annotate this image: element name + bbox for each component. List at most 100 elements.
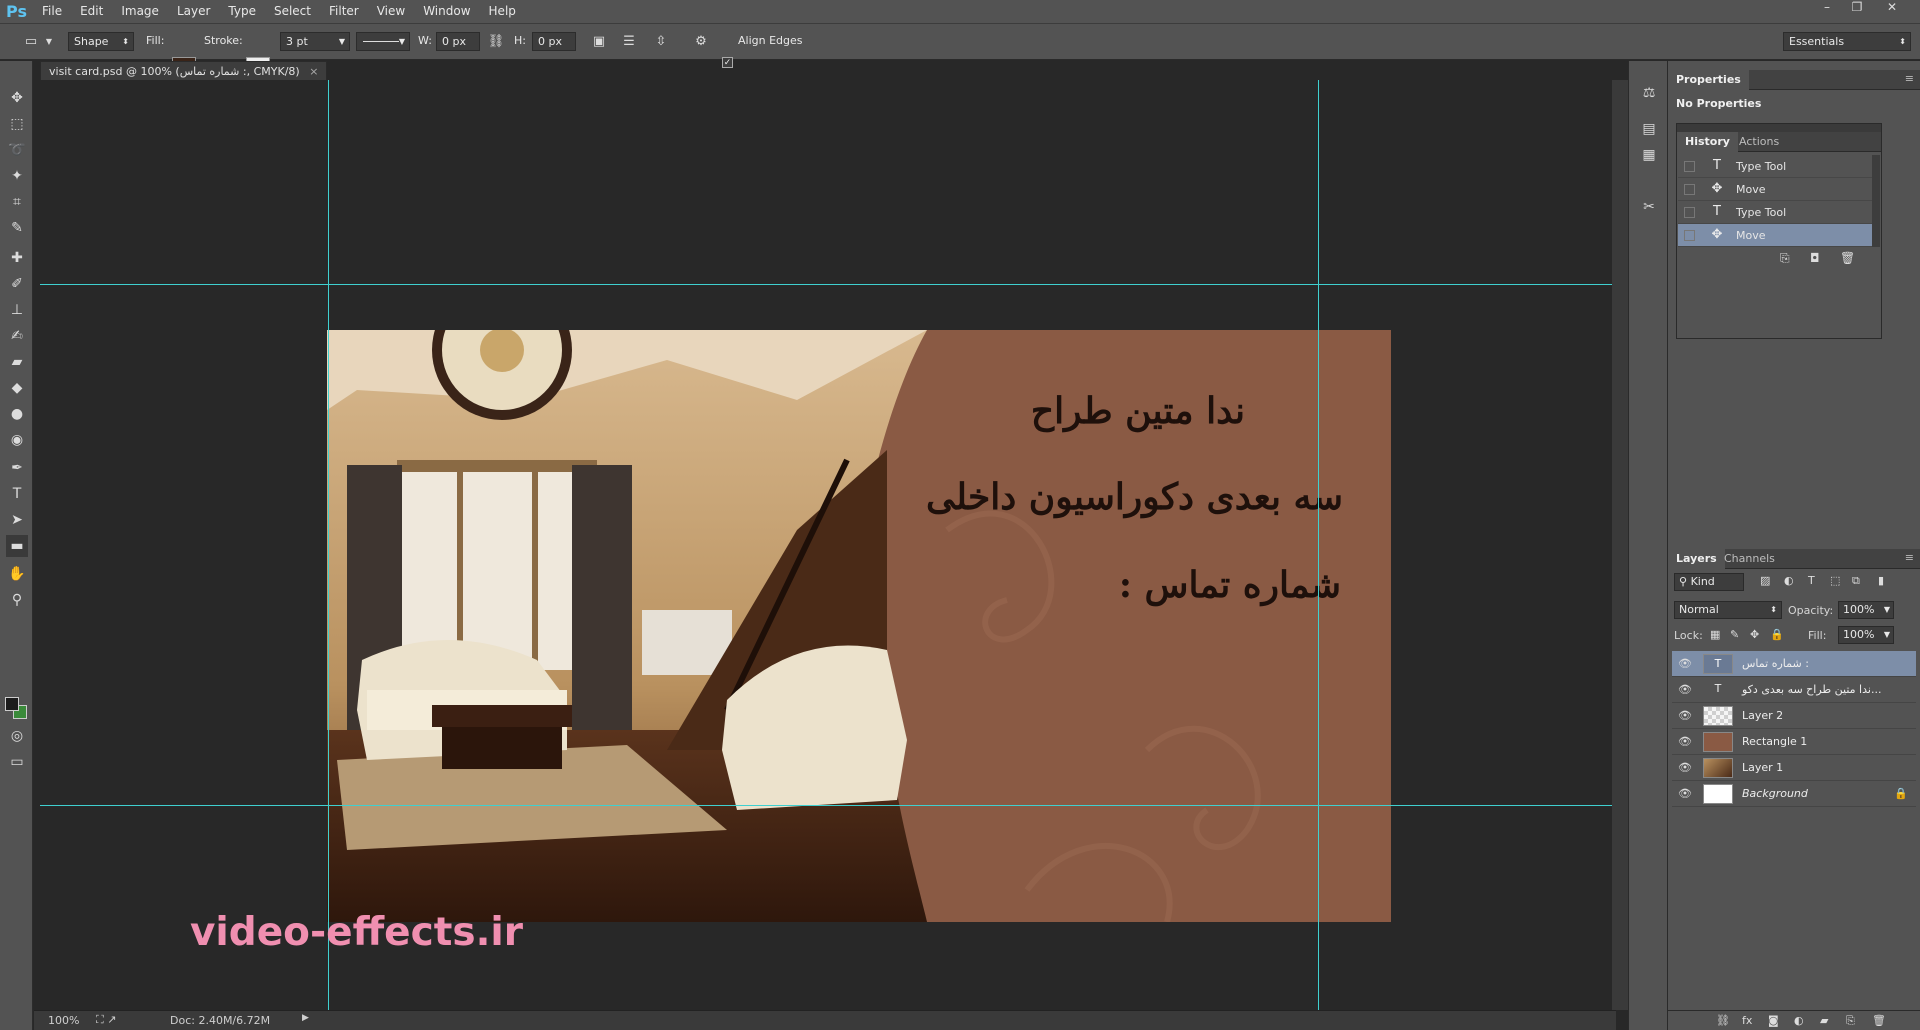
history-item-selected[interactable]: ✥ Move (1678, 224, 1872, 247)
foreground-color-swatch[interactable] (5, 697, 19, 711)
tool-presets-panel-icon[interactable]: ✂ (1639, 197, 1659, 217)
trash-icon[interactable]: 🗑 (1872, 1014, 1886, 1027)
history-brush-tool-icon[interactable]: ✍ (6, 325, 28, 347)
filter-pixel-icon[interactable]: ▨ (1760, 574, 1770, 587)
eye-icon[interactable]: 👁 (1678, 709, 1692, 723)
eye-icon[interactable]: 👁 (1678, 683, 1692, 697)
shape-tool-preset-icon[interactable]: ▭ (22, 33, 40, 51)
menu-file[interactable]: File (33, 0, 71, 23)
new-group-icon[interactable]: ▰ (1820, 1014, 1828, 1027)
menu-type[interactable]: Type (219, 0, 265, 23)
tab-properties[interactable]: Properties (1668, 70, 1749, 90)
history-snapshot-checkbox[interactable] (1684, 230, 1695, 241)
document-tab[interactable]: visit card.psd @ 100% (شماره تماس :, CMY… (40, 61, 328, 80)
history-scrollbar[interactable] (1872, 155, 1880, 247)
menu-help[interactable]: Help (480, 0, 525, 23)
stroke-width-field[interactable]: 3 pt ▼ (280, 32, 350, 51)
layer-row[interactable]: 👁 T ندا متین طراح سه بعدی دکو... (1672, 677, 1916, 703)
rectangle-tool-icon[interactable]: ▬ (6, 535, 28, 557)
layer-style-fx-icon[interactable]: fx (1742, 1014, 1752, 1027)
layer-row[interactable]: 👁 Layer 2 (1672, 703, 1916, 729)
add-mask-icon[interactable]: ◙ (1768, 1014, 1779, 1027)
height-field[interactable]: 0 px (532, 32, 576, 51)
minimize-button[interactable]: – (1815, 0, 1839, 16)
history-item[interactable]: T Type Tool (1678, 201, 1872, 224)
canvas-vertical-scrollbar[interactable] (1612, 80, 1628, 1010)
eye-icon[interactable]: 👁 (1678, 787, 1692, 801)
adjustment-layer-icon[interactable]: ◐ (1794, 1014, 1804, 1027)
move-tool-icon[interactable]: ✥ (6, 87, 28, 109)
menu-layer[interactable]: Layer (168, 0, 219, 23)
status-menu-arrow-icon[interactable]: ▶ (302, 1013, 309, 1023)
tool-mode-select[interactable]: Shape ⬍ (68, 32, 134, 51)
zoom-level[interactable]: 100% (48, 1014, 79, 1027)
properties-panel-icon[interactable]: ⚖ (1639, 83, 1659, 103)
eye-icon[interactable]: 👁 (1678, 735, 1692, 749)
clone-stamp-tool-icon[interactable]: ⊥ (6, 299, 28, 321)
lock-transparency-icon[interactable]: ▦ (1710, 628, 1720, 641)
vertical-guide[interactable] (328, 80, 329, 1010)
horizontal-guide[interactable] (40, 284, 1616, 285)
menu-select[interactable]: Select (265, 0, 320, 23)
history-item[interactable]: T Type Tool (1678, 155, 1872, 178)
menu-image[interactable]: Image (112, 0, 168, 23)
history-snapshot-checkbox[interactable] (1684, 161, 1695, 172)
canvas-area[interactable]: ندا متین طراح سه بعدی دکوراسیون داخلی شم… (34, 80, 1616, 1015)
fill-field[interactable]: 100% ▼ (1838, 626, 1894, 644)
history-snapshot-checkbox[interactable] (1684, 184, 1695, 195)
filter-adjustment-icon[interactable]: ◐ (1784, 574, 1794, 587)
link-icon[interactable]: ⛓ (487, 33, 505, 51)
lock-position-icon[interactable]: ✥ (1750, 628, 1759, 641)
lock-all-icon[interactable]: 🔒 (1770, 628, 1784, 641)
eraser-tool-icon[interactable]: ▰ (6, 351, 28, 373)
pen-tool-icon[interactable]: ✒ (6, 457, 28, 479)
eye-icon[interactable]: 👁 (1678, 761, 1692, 775)
blur-tool-icon[interactable]: ● (6, 403, 28, 425)
eyedropper-tool-icon[interactable]: ✎ (6, 217, 28, 239)
menu-window[interactable]: Window (414, 0, 479, 23)
marquee-tool-icon[interactable]: ⬚ (6, 113, 28, 135)
screen-mode-icon[interactable]: ▭ (6, 751, 28, 773)
panel-menu-icon[interactable]: ≡ (1905, 72, 1914, 85)
blend-mode-select[interactable]: Normal ⬍ (1674, 601, 1782, 619)
hand-tool-icon[interactable]: ✋ (6, 563, 28, 585)
restore-button[interactable]: ❐ (1845, 0, 1869, 16)
notes-panel-icon[interactable]: ▦ (1639, 145, 1659, 165)
layer-row-selected[interactable]: 👁 T شماره تماس : (1672, 651, 1916, 677)
path-operations-icon[interactable]: ▣ (590, 33, 608, 51)
horizontal-guide[interactable] (40, 805, 1616, 806)
panel-menu-icon[interactable]: ≡ (1905, 551, 1914, 564)
workspace-select[interactable]: Essentials ⬍ (1783, 32, 1911, 51)
dodge-tool-icon[interactable]: ◉ (6, 429, 28, 451)
crop-tool-icon[interactable]: ⌗ (6, 191, 28, 213)
lasso-tool-icon[interactable]: ➰ (6, 139, 28, 161)
history-item[interactable]: ✥ Move (1678, 178, 1872, 201)
filter-type-icon[interactable]: T (1808, 574, 1815, 587)
menu-view[interactable]: View (368, 0, 414, 23)
close-tab-icon[interactable]: × (309, 65, 318, 78)
paint-bucket-tool-icon[interactable]: ◆ (6, 377, 28, 399)
layer-row[interactable]: 👁 Background 🔒 (1672, 781, 1916, 807)
eye-icon[interactable]: 👁 (1678, 657, 1692, 671)
history-panel-icon[interactable]: ▤ (1639, 119, 1659, 139)
opacity-field[interactable]: 100% ▼ (1838, 601, 1894, 619)
menu-filter[interactable]: Filter (320, 0, 368, 23)
filter-shape-icon[interactable]: ⬚ (1830, 574, 1840, 587)
magic-wand-tool-icon[interactable]: ✦ (6, 165, 28, 187)
trash-icon[interactable]: 🗑 (1840, 251, 1855, 265)
new-document-from-state-icon[interactable]: ⎘ (1780, 251, 1790, 266)
width-field[interactable]: 0 px (436, 32, 480, 51)
layer-filter-kind-select[interactable]: ⚲ Kind (1674, 573, 1744, 591)
path-selection-tool-icon[interactable]: ➤ (6, 509, 28, 531)
vertical-guide[interactable] (1318, 80, 1319, 1010)
camera-icon[interactable]: ◘ (1810, 251, 1820, 265)
brush-tool-icon[interactable]: ✐ (6, 273, 28, 295)
zoom-tool-icon[interactable]: ⚲ (6, 589, 28, 611)
tab-actions[interactable]: Actions (1731, 132, 1787, 152)
path-arrangement-icon[interactable]: ⇳ (652, 33, 670, 51)
gear-icon[interactable]: ⚙ (692, 33, 710, 51)
quick-mask-icon[interactable]: ◎ (6, 725, 28, 747)
filter-smart-object-icon[interactable]: ⧉ (1852, 574, 1860, 588)
new-layer-icon[interactable]: ⎘ (1846, 1014, 1855, 1028)
tab-channels[interactable]: Channels (1716, 549, 1783, 569)
